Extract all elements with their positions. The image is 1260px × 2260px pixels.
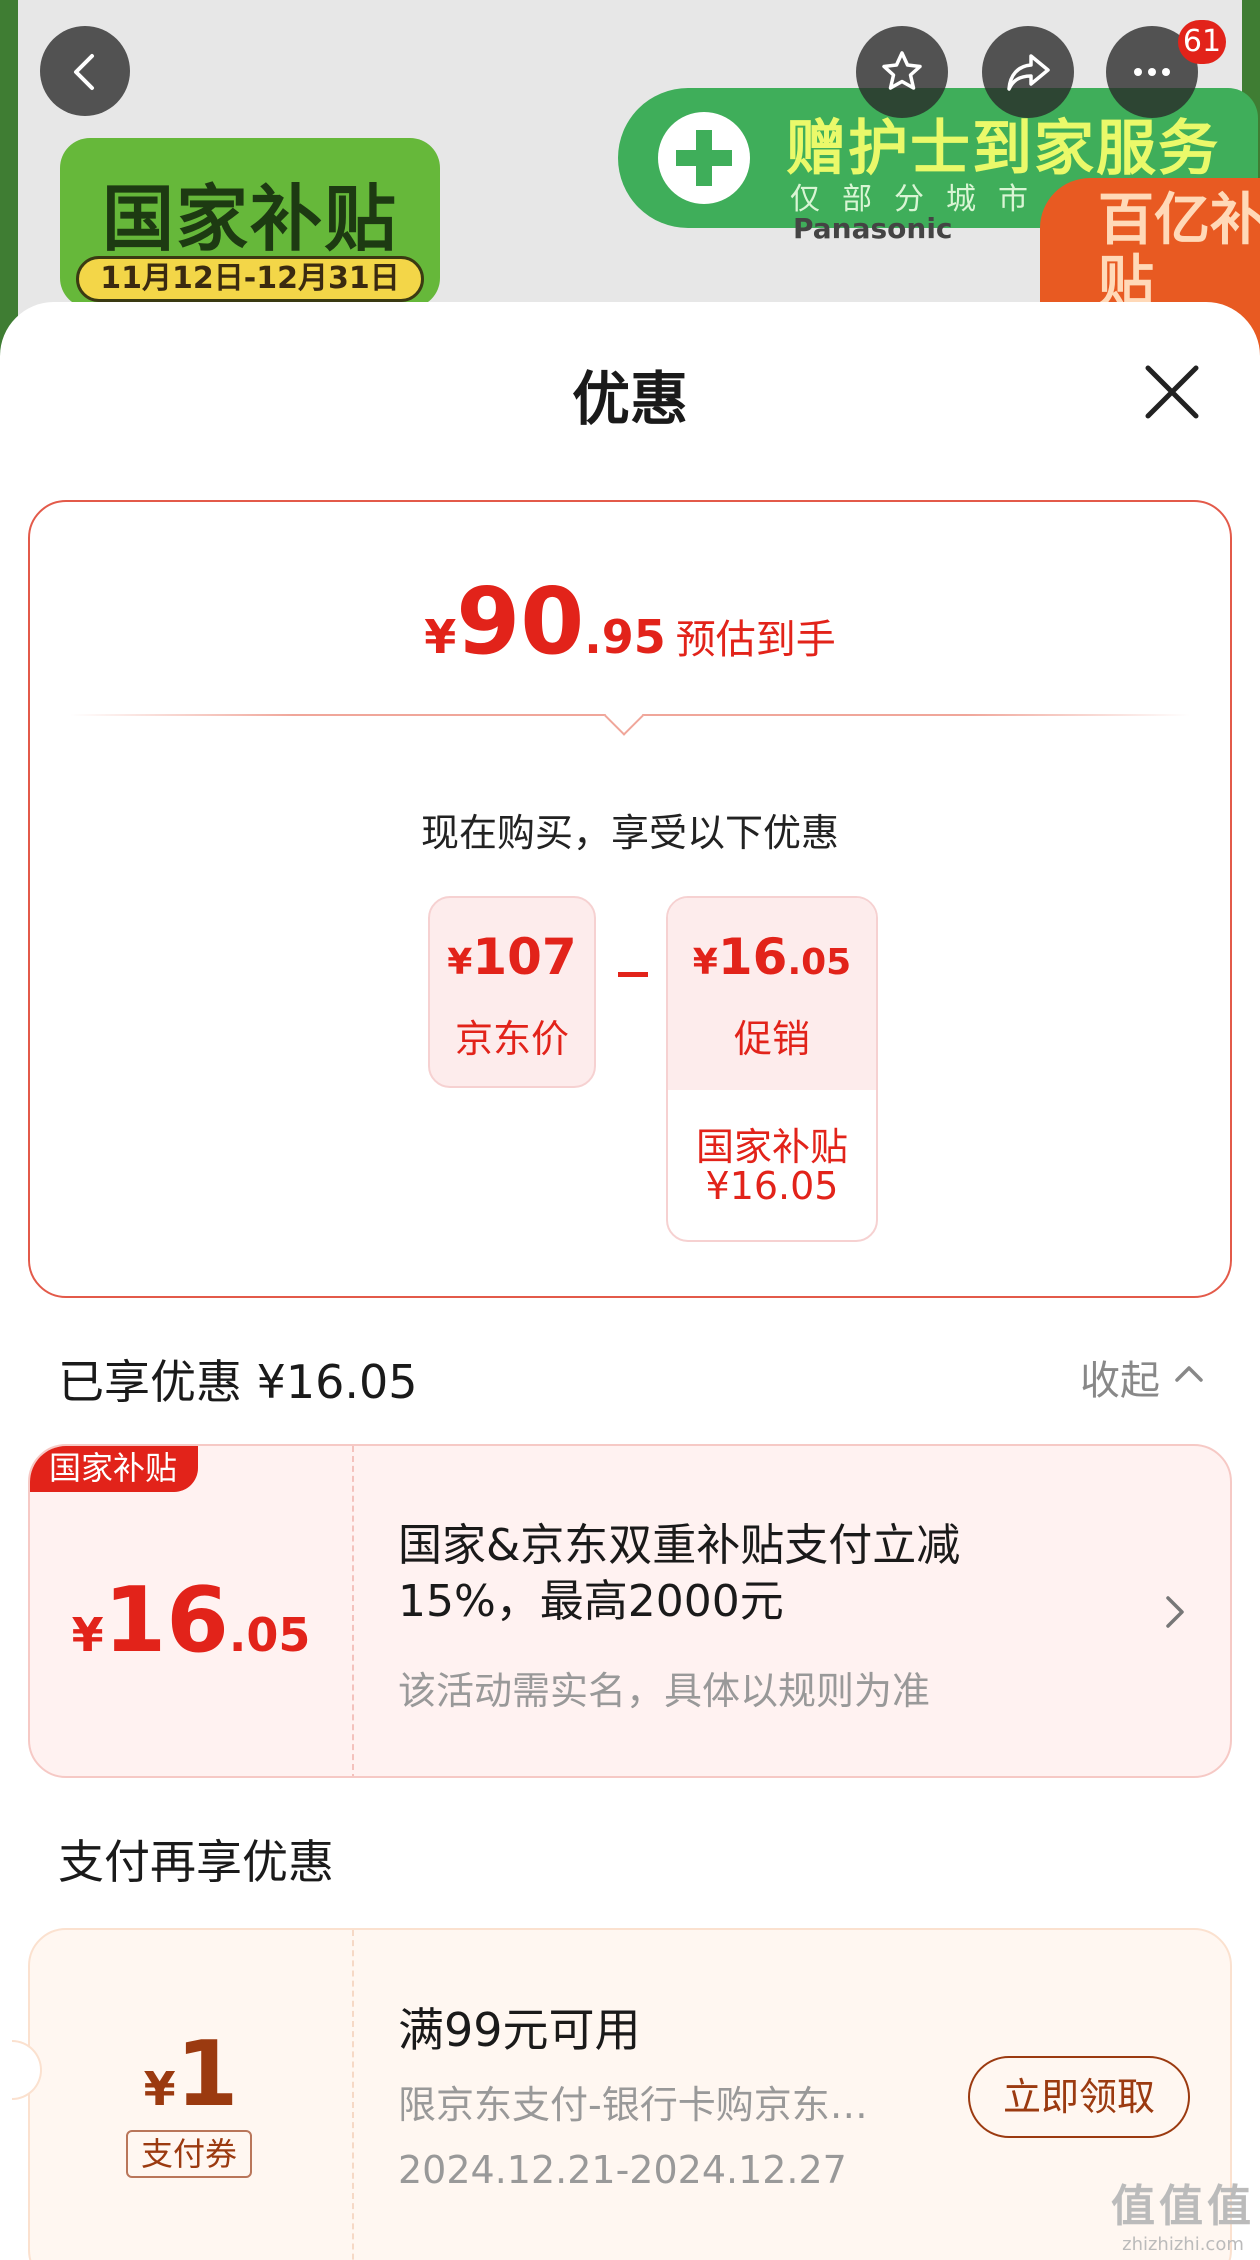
promo-decimal: .05 bbox=[787, 942, 852, 983]
estimate-currency: ¥ bbox=[424, 610, 457, 664]
estimate-label: 预估到手 bbox=[675, 617, 836, 663]
subsidy-badge-title: 国家补贴 bbox=[101, 177, 398, 261]
subsidy-description: 国家&京东双重补贴支付立减15%，最高2000元 bbox=[398, 1520, 961, 1627]
enjoy-text: 现在购买，享受以下优惠 bbox=[420, 811, 839, 855]
subsidy-badge-dates: 11月12日-12月31日 bbox=[76, 256, 424, 302]
estimated-price: ¥90.95 预估到手 bbox=[30, 568, 1230, 675]
watermark-site: zhizhizhi.com bbox=[1122, 2234, 1244, 2255]
share-button[interactable] bbox=[982, 26, 1074, 118]
subsidy-note: 该活动需实名，具体以规则为准 bbox=[398, 1669, 931, 1713]
medical-cross-icon bbox=[658, 112, 750, 204]
subsidy-decimal: .05 bbox=[228, 1608, 311, 1662]
estimate-integer: 90 bbox=[456, 568, 585, 675]
payment-coupon-period: 2024.12.21-2024.12.27 bbox=[398, 2148, 847, 2192]
jd-price-label: 京东价 bbox=[454, 1017, 569, 1061]
sheet-title: 优惠 bbox=[571, 365, 688, 433]
payment-coupon-card: ¥1 支付券 满99元可用 限京东支付-银行卡购京东… 2024.12.21-2… bbox=[12, 1928, 1232, 2260]
promo-box-header: ¥16.05 促销 bbox=[668, 898, 876, 1090]
payment-coupon-currency: ¥ bbox=[143, 2062, 176, 2116]
watermark-logo: 值值值 bbox=[1111, 2181, 1255, 2232]
promo-currency: ¥ bbox=[692, 942, 718, 983]
minus-operator bbox=[618, 972, 648, 977]
subsidy-badge: 国家补贴 11月12日-12月31日 bbox=[60, 138, 440, 308]
more-icon bbox=[1134, 68, 1170, 76]
chevron-right-icon bbox=[1166, 1596, 1184, 1628]
subsidy-tag: 国家补贴 bbox=[30, 1446, 198, 1492]
promo-detail-name: 国家补贴 bbox=[695, 1125, 848, 1169]
collapse-button[interactable]: 收起 bbox=[1080, 1348, 1203, 1406]
brand-name: Panasonic bbox=[793, 212, 953, 245]
promo-label: 促销 bbox=[733, 1017, 810, 1061]
favorite-button[interactable] bbox=[856, 26, 948, 118]
share-icon bbox=[1007, 54, 1050, 91]
chevron-up-icon bbox=[1175, 1366, 1203, 1382]
back-button[interactable] bbox=[40, 26, 130, 116]
close-icon[interactable] bbox=[1140, 360, 1204, 424]
payment-discount-title: 支付再享优惠 bbox=[58, 1835, 334, 1889]
subsidy-amount: ¥16.05 bbox=[30, 1568, 352, 1673]
divider-notch bbox=[604, 696, 644, 736]
dashed-separator bbox=[352, 1930, 354, 2260]
notification-badge: 61 bbox=[1178, 20, 1226, 64]
payment-coupon-amount: ¥1 bbox=[30, 2022, 352, 2127]
payment-coupon-value: 1 bbox=[175, 2022, 239, 2127]
jd-price-amount: ¥107 bbox=[430, 928, 594, 986]
back-icon bbox=[74, 54, 94, 90]
payment-coupon-type: 支付券 bbox=[126, 2130, 252, 2178]
payment-coupon-limit: 限京东支付-银行卡购京东… bbox=[398, 2083, 868, 2127]
collapse-label: 收起 bbox=[1080, 1358, 1160, 1404]
claim-button[interactable]: 立即领取 bbox=[968, 2056, 1190, 2138]
dashed-separator bbox=[352, 1446, 354, 1776]
promo-amount: ¥16.05 bbox=[668, 928, 876, 986]
subsidy-coupon-card[interactable]: 国家补贴 ¥16.05 国家&京东双重补贴支付立减15%，最高2000元 该活动… bbox=[28, 1444, 1232, 1778]
jd-price-box: ¥107 京东价 bbox=[428, 896, 596, 1088]
promo-detail-amount: ¥16.05 bbox=[705, 1164, 839, 1208]
price-summary-card: ¥90.95 预估到手 现在购买，享受以下优惠 ¥107 京东价 ¥16.05 促… bbox=[28, 500, 1232, 1298]
jd-price-value: 107 bbox=[472, 928, 577, 986]
star-icon bbox=[882, 51, 922, 90]
watermark: 值值值 zhizhizhi.com bbox=[1108, 2170, 1258, 2255]
jd-price-currency: ¥ bbox=[447, 942, 473, 983]
payment-coupon-condition: 满99元可用 bbox=[398, 2003, 641, 2057]
promo-box: ¥16.05 促销 国家补贴 ¥16.05 bbox=[666, 896, 878, 1242]
discount-sheet: 优惠 ¥90.95 预估到手 现在购买，享受以下优惠 ¥107 京东价 ¥16.0… bbox=[0, 302, 1260, 2260]
subsidy-currency: ¥ bbox=[71, 1608, 104, 1662]
promo-integer: 16 bbox=[717, 928, 788, 986]
billion-subsidy-label: 百亿补贴 bbox=[1098, 188, 1260, 315]
enjoyed-discount-title: 已享优惠 ¥16.05 bbox=[58, 1355, 418, 1409]
subsidy-integer: 16 bbox=[103, 1568, 229, 1673]
estimate-decimal: .95 bbox=[584, 610, 666, 664]
